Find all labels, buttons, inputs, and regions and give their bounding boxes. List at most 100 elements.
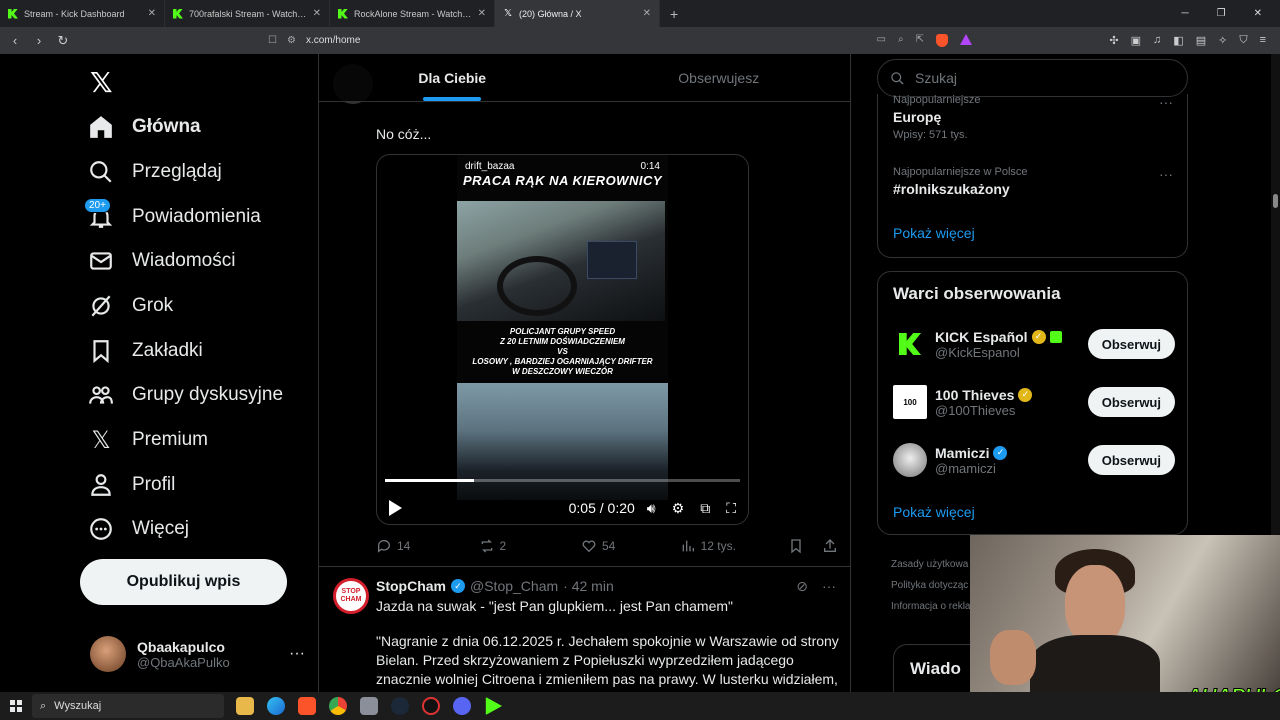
obs-icon[interactable] [422,697,440,715]
zoom-icon[interactable]: ⌕ [898,34,904,47]
file-explorer-icon[interactable] [236,697,254,715]
sidebar-item-grok[interactable]: Grok [88,286,173,326]
media-icon[interactable]: ♫ [1153,34,1161,47]
vpn-icon[interactable]: ⛉ [1239,34,1247,47]
chrome-icon[interactable] [329,697,347,715]
show-more-link[interactable]: Pokaż więcej [893,225,975,241]
kick-icon [899,333,921,355]
follow-button[interactable]: Obserwuj [1087,387,1175,417]
follow-button[interactable]: Obserwuj [1087,445,1175,475]
kick-app-icon[interactable] [485,697,502,715]
views-button[interactable]: 12 tys. [680,538,788,554]
browser-tab[interactable]: RockAlone Stream - Watch Live on Ki ✕ [330,0,495,27]
grok-icon[interactable]: ⊘ [796,578,808,595]
sidebar-item-bookmarks[interactable]: Zakładki [88,331,203,371]
scrollbar-thumb[interactable] [1273,194,1278,208]
discord-icon[interactable] [453,697,471,715]
start-button[interactable] [0,700,32,712]
cast-icon[interactable]: ▭ [877,34,886,47]
sidebar-item-explore[interactable]: Przeglądaj [88,152,222,192]
volume-icon[interactable]: 🔊︎ [647,500,656,517]
bookmark-icon[interactable] [788,538,804,554]
more-options-icon[interactable]: ··· [1159,166,1173,182]
edge-icon[interactable] [267,697,285,715]
minimize-icon[interactable]: ─ [1182,8,1189,19]
repost-button[interactable]: 2 [479,538,582,554]
close-icon[interactable]: ✕ [643,8,651,19]
steam-icon[interactable] [391,697,409,715]
search-input[interactable]: Szukaj [877,59,1188,97]
video-player[interactable]: drift_bazaa 0:14 PRACA RĄK NA KIEROWNICY… [376,154,749,525]
new-tab-button[interactable]: + [660,6,688,22]
follow-suggestion[interactable]: Mamiczi ✓ @mamiczi Obserwuj [893,440,1175,480]
tab-following[interactable]: Obserwujesz [586,54,851,101]
taskbar-search[interactable]: ⌕ Wyszukaj [32,694,224,718]
sidebar-item-communities[interactable]: Grupy dyskusyjne [88,375,283,415]
extensions-icon[interactable]: ✣ [1109,34,1118,47]
settings-icon[interactable]: ⚙ [672,500,685,517]
more-options-icon[interactable]: ··· [1159,94,1173,110]
sidebar-item-home[interactable]: Główna [88,107,201,147]
close-icon[interactable]: ✕ [148,8,156,19]
video-duration: 0:14 [640,161,660,172]
browser-tab[interactable]: 700rafalski Stream - Watch Live o ✕ [165,0,330,27]
brave-rewards-icon[interactable] [960,34,972,45]
bookmark-page-icon[interactable]: ☐ [268,35,277,46]
close-icon[interactable]: ✕ [478,8,486,19]
author-handle[interactable]: @Stop_Cham [470,578,558,594]
video-title: PRACA RĄK NA KIEROWNICY [462,173,663,188]
brave-icon[interactable] [298,697,316,715]
share-icon[interactable]: ⇱ [916,34,924,47]
pip-icon[interactable]: ⧉ [700,500,710,517]
fullscreen-icon[interactable]: ⛶ [726,500,736,517]
follow-suggestion[interactable]: KICK Español ✓ @KickEspanol Obserwuj [893,324,1175,364]
tab-for-you[interactable]: Dla Ciebie [319,54,586,101]
close-icon[interactable]: ✕ [313,8,321,19]
share-icon[interactable] [822,538,838,554]
sidebar-item-profile[interactable]: Profil [88,465,175,505]
reply-button[interactable]: 14 [376,538,479,554]
like-button[interactable]: 54 [581,538,680,554]
trend-item[interactable]: Najpopularniejsze Europę Wpisy: 571 tys. [893,94,980,141]
show-more-link[interactable]: Pokaż więcej [893,504,975,520]
avatar [893,327,927,361]
close-window-icon[interactable]: ✕ [1254,8,1262,19]
x-logo-icon[interactable]: 𝕏 [90,66,113,99]
sidebar-item-notifications[interactable]: 20+ Powiadomienia [84,197,261,237]
webcam-overlay [970,535,1280,692]
follow-button[interactable]: Obserwuj [1087,329,1175,359]
user-handle: @QbaAkaPulko [137,654,230,670]
tweet-time[interactable]: · 42 min [563,578,614,594]
sidebar-item-more[interactable]: Więcej [88,509,189,549]
sidebar-item-messages[interactable]: Wiadomości [88,241,235,281]
play-icon[interactable] [389,500,402,516]
sidebar-icon[interactable]: ◧ [1173,34,1183,47]
avatar[interactable]: STOP CHAM [333,578,369,614]
search-icon [891,71,904,85]
account-switcher[interactable]: Qbaakapulco @QbaAkaPulko ··· [90,636,305,672]
brave-shields-icon[interactable] [936,34,948,47]
back-icon[interactable]: ‹ [8,33,22,48]
leo-icon[interactable]: ✧ [1218,34,1227,47]
restore-icon[interactable]: ❐ [1217,8,1226,19]
post-button[interactable]: Opublikuj wpis [80,559,287,605]
menu-icon[interactable]: ≡ [1260,34,1266,47]
app-icon[interactable] [360,697,378,715]
more-options-icon[interactable]: ··· [822,578,836,595]
sidebar-item-premium[interactable]: 𝕏 Premium [88,420,208,460]
video-progress-bar[interactable] [385,479,740,482]
site-info-icon[interactable]: ⚙ [287,35,296,46]
follow-suggestion[interactable]: 100 100 Thieves ✓ @100Thieves Obserwuj [893,382,1175,422]
author-name[interactable]: StopCham [376,578,446,594]
forward-icon[interactable]: › [32,33,46,48]
more-options-icon[interactable]: ··· [289,645,305,663]
url-field[interactable]: ☐ ⚙ x.com/home ▭ ⌕ ⇱ [260,30,980,51]
wallet-icon[interactable]: ▤ [1196,34,1206,47]
browser-tab[interactable]: Stream - Kick Dashboard ✕ [0,0,165,27]
feed-tabs: Dla Ciebie Obserwujesz [319,54,851,102]
search-icon [90,161,112,183]
reload-icon[interactable]: ↻ [56,33,70,49]
tab-search-icon[interactable]: ▣ [1131,34,1141,47]
browser-tab-active[interactable]: 𝕏 (20) Główna / X ✕ [495,0,660,27]
trend-item[interactable]: Najpopularniejsze w Polsce #rolnikszukaż… [893,166,1028,197]
